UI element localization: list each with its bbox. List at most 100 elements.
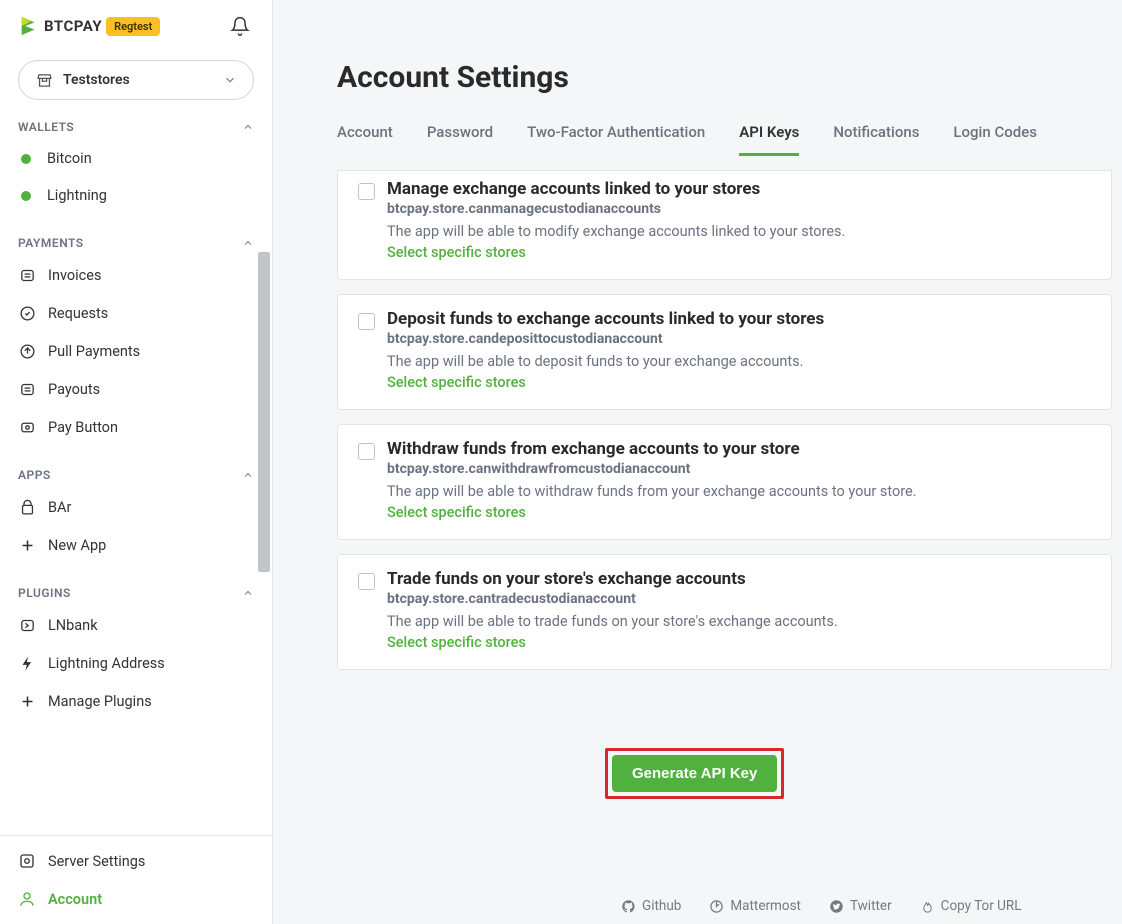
store-selector[interactable]: Teststores [18,60,254,100]
sidebar-item-label: New App [48,537,106,554]
notifications-bell-button[interactable] [226,12,254,40]
sidebar-item-requests[interactable]: Requests [0,294,272,332]
permission-checkbox[interactable] [358,183,375,200]
permission-checkbox[interactable] [358,313,375,330]
twitter-icon [829,899,844,914]
store-name: Teststores [63,72,130,88]
footer-link-label: Github [642,898,681,914]
tab-api-keys[interactable]: API Keys [739,123,799,156]
pull-payments-icon [18,342,36,360]
lnbank-icon [18,616,36,634]
plus-icon [18,692,36,710]
select-stores-link[interactable]: Select specific stores [387,374,1091,391]
chevron-up-icon [242,121,254,133]
permission-description: The app will be able to deposit funds to… [387,353,1091,370]
invoices-icon [18,266,36,284]
lightning-icon [18,654,36,672]
sidebar-item-lightning-address[interactable]: Lightning Address [0,644,272,682]
chevron-up-icon [242,237,254,249]
permissions-list: Manage exchange accounts linked to your … [337,170,1112,684]
generate-button-highlight: Generate API Key [605,748,784,799]
section-wallets-label: WALLETS [18,120,74,134]
sidebar-item-label: Lightning [47,187,107,204]
brand-name: BTCPAY [44,17,102,35]
permission-title: Withdraw funds from exchange accounts to… [387,439,1091,459]
mattermost-icon [709,899,724,914]
footer-link-label: Copy Tor URL [941,898,1022,914]
sidebar-item-label: Invoices [48,267,101,284]
sidebar-item-label: LNbank [48,617,98,634]
sidebar-scrollbar[interactable] [258,252,270,572]
select-stores-link[interactable]: Select specific stores [387,244,1091,261]
permission-checkbox[interactable] [358,443,375,460]
section-apps-header[interactable]: APPS [0,446,272,488]
permission-title: Deposit funds to exchange accounts linke… [387,309,1091,329]
plus-icon [18,536,36,554]
page-title: Account Settings [273,0,1122,105]
payouts-icon [18,380,36,398]
section-plugins-header[interactable]: PLUGINS [0,564,272,606]
footer: Github Mattermost Twitter Copy Tor URL [621,898,1022,914]
store-icon [35,71,53,89]
permission-title: Manage exchange accounts linked to your … [387,179,1091,199]
sidebar-item-lnbank[interactable]: LNbank [0,606,272,644]
sidebar-item-label: BAr [48,499,71,516]
permission-key: btcpay.store.candeposittocustodianaccoun… [387,331,1091,347]
section-wallets-header[interactable]: WALLETS [0,108,272,140]
sidebar-item-lightning[interactable]: Lightning [0,177,272,214]
section-payments-header[interactable]: PAYMENTS [0,214,272,256]
tab-notifications[interactable]: Notifications [833,123,919,156]
sidebar-item-label: Payouts [48,381,100,398]
chevron-down-icon [223,73,237,87]
sidebar-item-bitcoin[interactable]: Bitcoin [0,140,272,177]
sidebar-item-payouts[interactable]: Payouts [0,370,272,408]
sidebar-item-pay-button[interactable]: Pay Button [0,408,272,446]
brand[interactable]: BTCPAY Regtest [18,15,160,37]
sidebar-item-label: Pull Payments [48,343,140,360]
footer-link-label: Twitter [850,898,892,914]
main-content: Account Settings Account Password Two-Fa… [273,0,1122,924]
generate-api-key-button[interactable]: Generate API Key [612,755,777,792]
btcpay-logo-icon [18,15,40,37]
sidebar-item-pull-payments[interactable]: Pull Payments [0,332,272,370]
tabs: Account Password Two-Factor Authenticati… [273,105,1122,156]
chevron-up-icon [242,587,254,599]
sidebar-item-label: Account [48,891,102,908]
sidebar-item-manage-plugins[interactable]: Manage Plugins [0,682,272,720]
settings-icon [18,852,36,870]
select-stores-link[interactable]: Select specific stores [387,634,1091,651]
sidebar-item-label: Pay Button [48,419,118,436]
tab-account[interactable]: Account [337,123,393,156]
permission-description: The app will be able to trade funds on y… [387,613,1091,630]
sidebar-scroll: WALLETS Bitcoin Lightning PAYMENTS Invoi… [0,108,272,835]
footer-github-link[interactable]: Github [621,898,681,914]
tab-password[interactable]: Password [427,123,493,156]
select-stores-link[interactable]: Select specific stores [387,504,1091,521]
tab-two-factor[interactable]: Two-Factor Authentication [527,123,705,156]
sidebar-item-new-app[interactable]: New App [0,526,272,564]
sidebar-item-label: Bitcoin [47,150,92,167]
section-apps-label: APPS [18,468,51,482]
requests-icon [18,304,36,322]
permission-checkbox[interactable] [358,573,375,590]
sidebar-item-bar[interactable]: BAr [0,488,272,526]
account-icon [18,890,36,908]
sidebar-item-account[interactable]: Account [0,880,272,918]
pay-button-icon [18,418,36,436]
bell-icon [230,16,250,36]
sidebar-item-label: Manage Plugins [48,693,152,710]
permission-card: Trade funds on your store's exchange acc… [337,554,1112,670]
permission-card: Manage exchange accounts linked to your … [337,170,1112,280]
footer-twitter-link[interactable]: Twitter [829,898,892,914]
status-dot-icon [21,191,31,201]
chevron-up-icon [242,469,254,481]
footer-mattermost-link[interactable]: Mattermost [709,898,801,914]
sidebar-item-server-settings[interactable]: Server Settings [0,842,272,880]
sidebar-item-invoices[interactable]: Invoices [0,256,272,294]
sidebar-item-label: Requests [48,305,108,322]
tab-login-codes[interactable]: Login Codes [953,123,1037,156]
network-badge: Regtest [106,17,160,36]
permission-key: btcpay.store.cantradecustodianaccount [387,591,1091,607]
permission-card: Deposit funds to exchange accounts linke… [337,294,1112,410]
footer-copy-tor-link[interactable]: Copy Tor URL [920,898,1022,914]
